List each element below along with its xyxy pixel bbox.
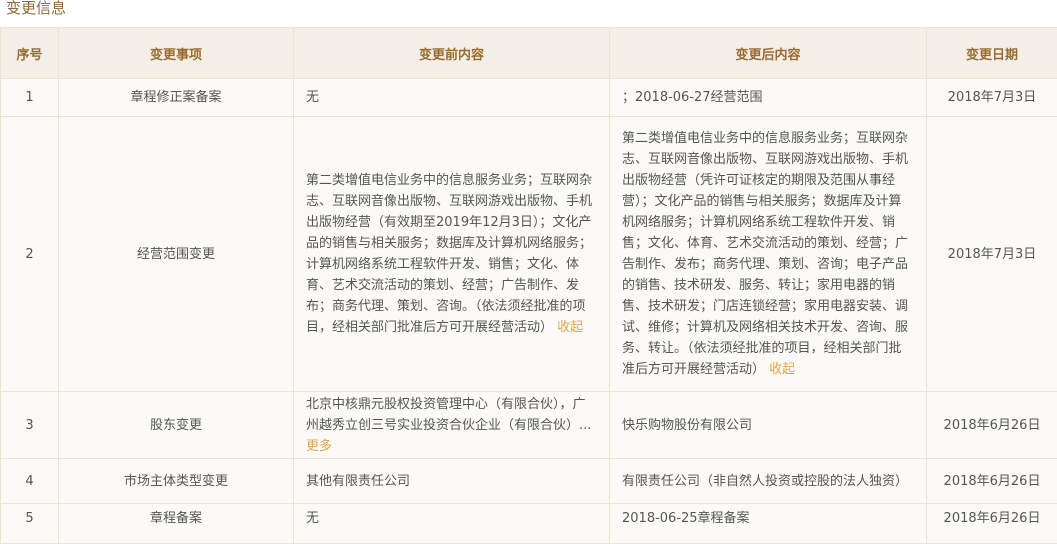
after-content-text: 第二类增值电信业务中的信息服务业务；互联网杂志、互联网音像出版物、互联网游戏出版… <box>622 131 908 377</box>
header-before-content: 变更前内容 <box>294 28 610 79</box>
cell-before-content: 无 <box>294 79 610 117</box>
cell-index: 3 <box>1 392 59 459</box>
cell-change-item: 章程修正案备案 <box>59 79 294 117</box>
cell-before-content: 其他有限责任公司 <box>294 459 610 504</box>
cell-change-date: 2018年6月26日 <box>927 504 1057 544</box>
cell-index: 2 <box>1 117 59 392</box>
table-header-row: 序号 变更事项 变更前内容 变更后内容 变更日期 <box>1 28 1057 79</box>
cell-after-content: 第二类增值电信业务中的信息服务业务；互联网杂志、互联网音像出版物、互联网游戏出版… <box>610 117 927 392</box>
before-content-text: 第二类增值电信业务中的信息服务业务；互联网杂志、互联网音像出版物、互联网游戏出版… <box>306 173 592 335</box>
cell-index: 5 <box>1 504 59 544</box>
before-content-text: 北京中核鼎元股权投资管理中心（有限合伙），广州越秀立创三号实业投资合伙企业（有限… <box>306 397 591 433</box>
cell-after-content: ；2018-06-27经营范围 <box>610 79 927 117</box>
section-title: 变更信息 <box>0 0 1057 27</box>
cell-change-item: 章程备案 <box>59 504 294 544</box>
cell-change-date: 2018年6月26日 <box>927 392 1057 459</box>
cell-after-content: 快乐购物股份有限公司 <box>610 392 927 459</box>
table-row: 2 经营范围变更 第二类增值电信业务中的信息服务业务；互联网杂志、互联网音像出版… <box>1 117 1057 392</box>
cell-after-content: 2018-06-25章程备案 <box>610 504 927 544</box>
cell-change-item: 市场主体类型变更 <box>59 459 294 504</box>
table-row: 4 市场主体类型变更 其他有限责任公司 有限责任公司（非自然人投资或控股的法人独… <box>1 459 1057 504</box>
cell-change-date: 2018年7月3日 <box>927 117 1057 392</box>
collapse-link[interactable]: 收起 <box>557 320 583 335</box>
cell-change-item: 股东变更 <box>59 392 294 459</box>
collapse-link[interactable]: 收起 <box>769 362 795 377</box>
change-info-table: 序号 变更事项 变更前内容 变更后内容 变更日期 1 章程修正案备案 无 ；20… <box>0 27 1057 544</box>
header-change-date: 变更日期 <box>927 28 1057 79</box>
cell-change-item: 经营范围变更 <box>59 117 294 392</box>
cell-after-content: 有限责任公司（非自然人投资或控股的法人独资） <box>610 459 927 504</box>
header-index: 序号 <box>1 28 59 79</box>
table-row: 3 股东变更 北京中核鼎元股权投资管理中心（有限合伙），广州越秀立创三号实业投资… <box>1 392 1057 459</box>
table-row: 1 章程修正案备案 无 ；2018-06-27经营范围 2018年7月3日 <box>1 79 1057 117</box>
cell-index: 4 <box>1 459 59 504</box>
header-change-item: 变更事项 <box>59 28 294 79</box>
cell-before-content: 北京中核鼎元股权投资管理中心（有限合伙），广州越秀立创三号实业投资合伙企业（有限… <box>294 392 610 459</box>
table-row: 5 章程备案 无 2018-06-25章程备案 2018年6月26日 <box>1 504 1057 544</box>
more-link[interactable]: 更多 <box>306 439 332 454</box>
header-after-content: 变更后内容 <box>610 28 927 79</box>
cell-change-date: 2018年6月26日 <box>927 459 1057 504</box>
cell-change-date: 2018年7月3日 <box>927 79 1057 117</box>
cell-before-content: 无 <box>294 504 610 544</box>
cell-before-content: 第二类增值电信业务中的信息服务业务；互联网杂志、互联网音像出版物、互联网游戏出版… <box>294 117 610 392</box>
cell-index: 1 <box>1 79 59 117</box>
